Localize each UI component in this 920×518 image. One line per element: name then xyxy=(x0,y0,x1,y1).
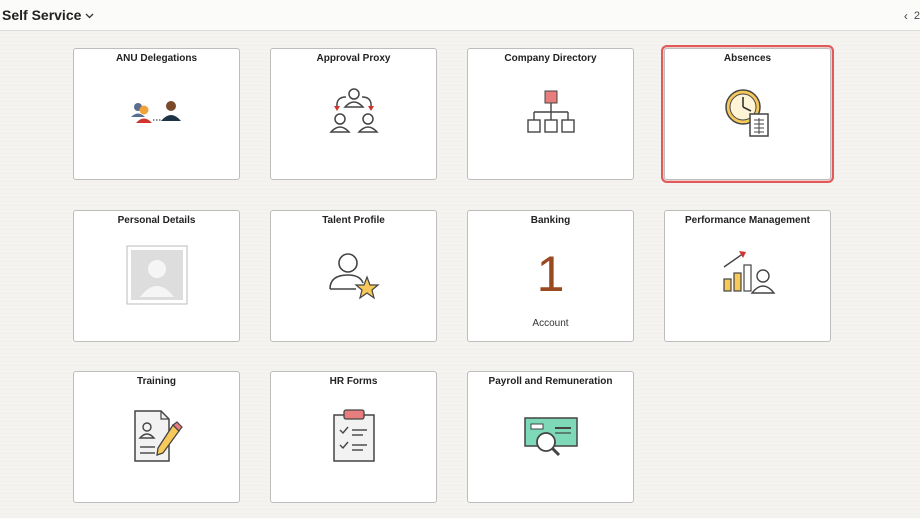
pager: ‹ 2 xyxy=(904,9,920,23)
tile-anu-delegations[interactable]: ANU Delegations xyxy=(73,48,240,180)
clipboard-checklist-icon xyxy=(332,409,375,462)
clock-document-icon xyxy=(724,89,769,137)
tile-banking[interactable]: Banking 1 Account xyxy=(467,210,634,342)
tile-absences[interactable]: Absences xyxy=(661,45,834,183)
banking-account-count: 1 xyxy=(536,246,565,302)
page-indicator: 2 xyxy=(913,10,920,22)
tile-title: Talent Profile xyxy=(322,215,385,226)
tile-title: Banking xyxy=(530,215,571,226)
tile-title: Company Directory xyxy=(504,53,597,64)
tile-title: ANU Delegations xyxy=(115,53,198,64)
tile-title: Absences xyxy=(723,53,772,64)
chevron-down-icon xyxy=(85,13,94,19)
approval-proxy-icon xyxy=(328,88,379,133)
tile-performance-management[interactable]: Performance Management xyxy=(664,210,831,342)
self-service-title-dropdown[interactable]: Self Service xyxy=(2,7,94,23)
tile-title: Payroll and Remuneration xyxy=(488,376,613,387)
cheque-magnifier-icon xyxy=(523,417,578,457)
tile-approval-proxy[interactable]: Approval Proxy xyxy=(270,48,437,180)
tile-title: Personal Details xyxy=(117,215,196,226)
previous-page-button[interactable]: ‹ xyxy=(904,9,908,23)
tile-title: HR Forms xyxy=(329,376,378,387)
page-header: Self Service ‹ 2 xyxy=(0,0,920,31)
tile-company-directory[interactable]: Company Directory xyxy=(467,48,634,180)
org-chart-icon xyxy=(526,90,575,133)
tile-training[interactable]: Training xyxy=(73,371,240,503)
tile-personal-details[interactable]: Personal Details xyxy=(73,210,240,342)
banking-count-label: Account xyxy=(532,318,569,329)
avatar-placeholder-icon xyxy=(126,245,187,305)
person-star-icon xyxy=(328,253,380,300)
tile-title: Approval Proxy xyxy=(316,53,391,64)
tile-hr-forms[interactable]: HR Forms xyxy=(270,371,437,503)
document-pencil-icon xyxy=(133,410,183,462)
growth-chart-person-icon xyxy=(722,251,775,294)
page-title: Self Service xyxy=(2,7,82,23)
tile-talent-profile[interactable]: Talent Profile xyxy=(270,210,437,342)
delegations-icon xyxy=(130,101,181,123)
tile-title: Performance Management xyxy=(684,215,811,226)
tile-title: Training xyxy=(137,376,176,387)
tile-payroll-remuneration[interactable]: Payroll and Remuneration xyxy=(467,371,634,503)
